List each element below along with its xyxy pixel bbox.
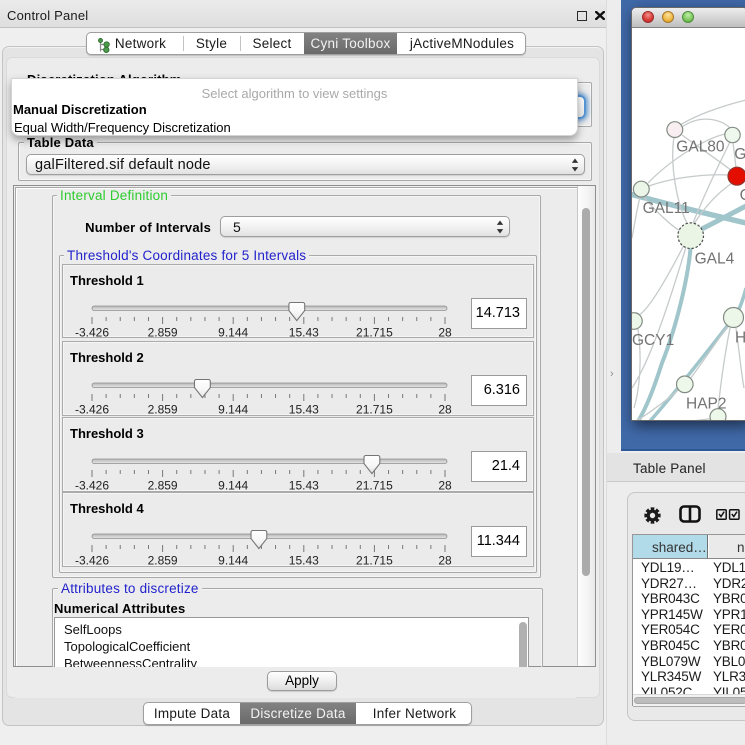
svg-text:15.43: 15.43 — [289, 403, 319, 417]
svg-text:-3.426: -3.426 — [75, 325, 109, 339]
svg-text:21.715: 21.715 — [356, 403, 393, 417]
svg-text:2.859: 2.859 — [148, 403, 178, 417]
svg-text:15.43: 15.43 — [289, 325, 319, 339]
svg-text:-3.426: -3.426 — [75, 479, 109, 493]
svg-text:28: 28 — [438, 554, 452, 568]
svg-text:2.859: 2.859 — [148, 554, 178, 568]
svg-text:-3.426: -3.426 — [75, 554, 109, 568]
svg-text:GCY1: GCY1 — [632, 332, 674, 349]
svg-text:GAL: GAL — [734, 146, 745, 163]
svg-text:21.715: 21.715 — [356, 325, 393, 339]
svg-text:9.144: 9.144 — [218, 325, 248, 339]
svg-text:GAL11: GAL11 — [643, 200, 690, 217]
svg-text:21.715: 21.715 — [356, 554, 393, 568]
svg-text:21.715: 21.715 — [356, 479, 393, 493]
svg-text:9.144: 9.144 — [218, 479, 248, 493]
svg-text:28: 28 — [438, 479, 452, 493]
svg-text:GAL4: GAL4 — [695, 251, 735, 268]
svg-text:CYC: CYC — [740, 187, 745, 204]
svg-text:28: 28 — [438, 403, 452, 417]
svg-text:HAP2: HAP2 — [686, 395, 727, 412]
svg-text:9.144: 9.144 — [218, 554, 248, 568]
svg-text:GAL80: GAL80 — [676, 139, 725, 156]
svg-text:-3.426: -3.426 — [75, 403, 109, 417]
svg-text:28: 28 — [438, 325, 452, 339]
svg-text:HIS: HIS — [735, 330, 745, 347]
svg-text:2.859: 2.859 — [148, 325, 178, 339]
svg-text:15.43: 15.43 — [289, 554, 319, 568]
svg-text:2.859: 2.859 — [148, 479, 178, 493]
svg-text:15.43: 15.43 — [289, 479, 319, 493]
svg-text:9.144: 9.144 — [218, 403, 248, 417]
